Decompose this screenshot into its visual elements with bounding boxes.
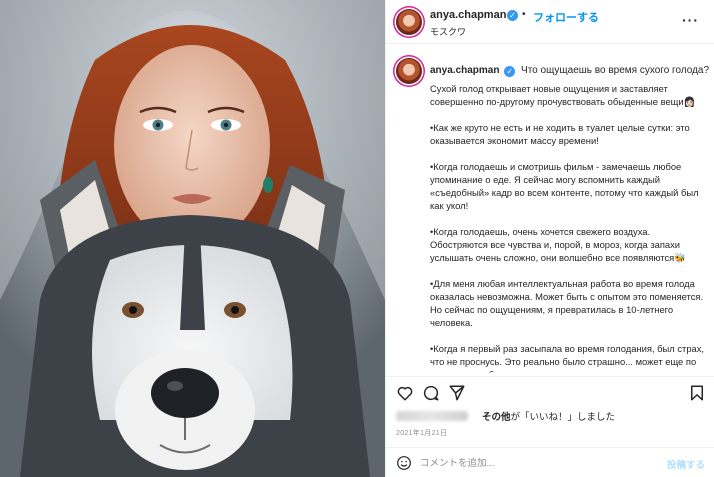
likes-text: その他が「いいね！」しました <box>482 409 615 423</box>
caption-paragraph: •Для меня любая интеллектуальная работа … <box>430 278 704 328</box>
comment-input[interactable] <box>420 454 650 472</box>
caption-title: Что ощущаешь во время сухого голода? <box>521 65 710 76</box>
caption-paragraph: Сухой голод открывает новые ощущения и з… <box>430 83 696 107</box>
liker-name-blurred[interactable] <box>396 411 468 421</box>
share-icon[interactable] <box>448 384 466 402</box>
caption-paragraph: •Когда голодаешь, очень хочется свежего … <box>430 226 686 263</box>
caption-paragraph: •Как же круто не есть и не ходить в туал… <box>430 122 690 146</box>
heart-icon[interactable] <box>396 384 414 402</box>
post-date[interactable]: 2021年1月21日 <box>396 428 447 438</box>
comment-bar: 投稿する <box>386 447 714 477</box>
verified-badge-icon: ✓ <box>504 66 516 77</box>
post-header: anya.chapman ✓ • フォローする モスクワ ··· <box>386 0 714 44</box>
caption-body: Сухой голод открывает новые ощущения и з… <box>430 82 706 373</box>
caption-first-line: anya.chapman ✓ Что ощущаешь во время сух… <box>430 64 710 78</box>
post-modal: anya.chapman ✓ • フォローする モスクワ ··· anya.ch… <box>0 0 714 477</box>
avatar[interactable] <box>396 9 422 35</box>
action-bar <box>386 376 714 408</box>
separator-dot: • <box>522 9 526 20</box>
emoji-icon[interactable] <box>396 455 412 471</box>
post-panel: anya.chapman ✓ • フォローする モスクワ ··· anya.ch… <box>385 0 714 477</box>
caption-avatar[interactable] <box>396 58 422 84</box>
follow-button[interactable]: フォローする <box>533 9 599 25</box>
caption-paragraph: •Когда я первый раз засыпала во время го… <box>430 343 705 373</box>
caption-area: anya.chapman ✓ Что ощущаешь во время сух… <box>386 44 714 373</box>
more-options-icon[interactable]: ··· <box>682 12 699 28</box>
post-comment-button[interactable]: 投稿する <box>667 457 705 471</box>
post-photo[interactable] <box>0 0 385 477</box>
caption-paragraph: •Когда голодаешь и смотришь фильм - заме… <box>430 161 699 211</box>
caption-username[interactable]: anya.chapman <box>430 65 499 76</box>
likes-suffix: が「いいね！」しました <box>510 412 616 423</box>
post-username[interactable]: anya.chapman <box>430 9 506 21</box>
comment-icon[interactable] <box>422 384 440 402</box>
photo-illustration <box>0 0 385 477</box>
bookmark-icon[interactable] <box>688 384 706 402</box>
verified-badge-icon: ✓ <box>507 10 518 21</box>
post-location[interactable]: モスクワ <box>430 25 466 38</box>
likes-others-link[interactable]: その他 <box>482 412 511 423</box>
